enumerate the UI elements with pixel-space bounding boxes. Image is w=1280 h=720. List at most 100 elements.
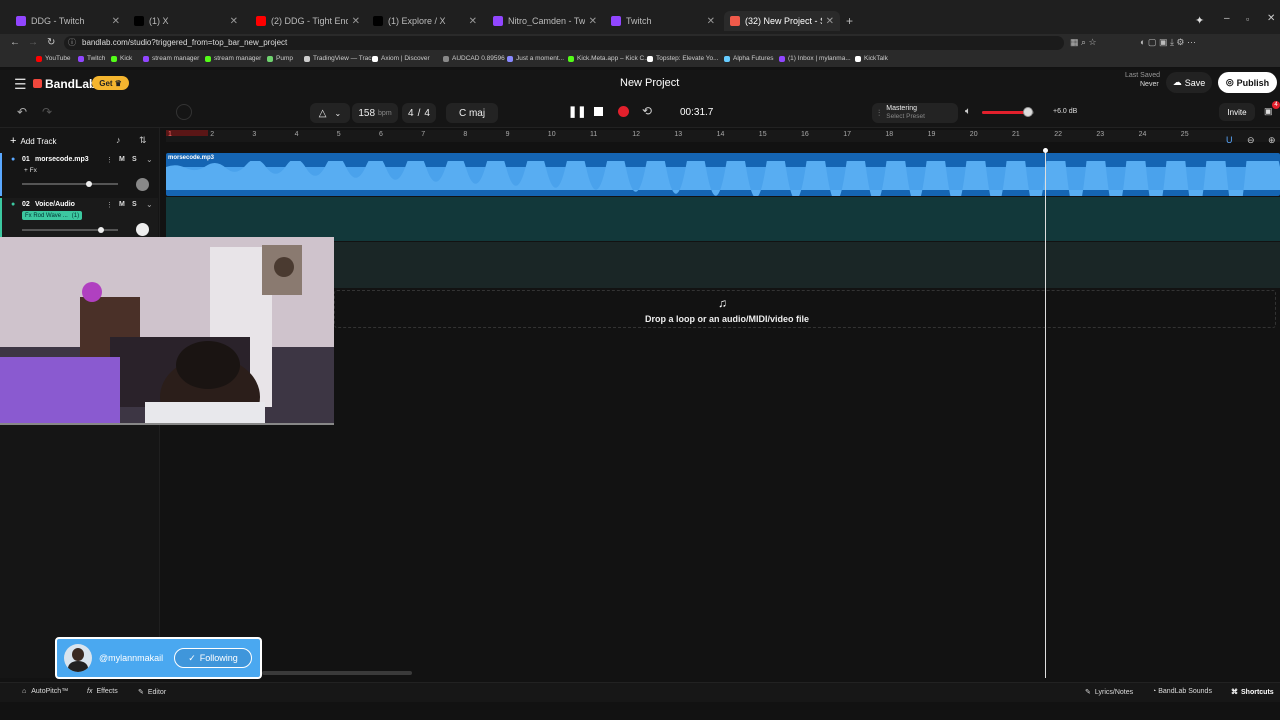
tab-close-icon[interactable]: ✕ <box>826 16 834 27</box>
track-2-collapse-icon[interactable]: ⌄ <box>146 200 153 209</box>
track-header-2[interactable]: ● 02 Voice/Audio Fx Rod Wave ... (1) ⋮ M… <box>0 198 158 242</box>
track-1-volume-knob[interactable] <box>86 181 93 187</box>
zoom-in-icon[interactable]: ⊕ <box>1268 135 1276 146</box>
undo-icon[interactable]: ↶ <box>17 105 27 119</box>
track-2-name[interactable]: Voice/Audio <box>35 201 75 208</box>
master-volume-knob[interactable] <box>1022 107 1033 117</box>
record-icon[interactable] <box>618 106 629 117</box>
track-1-pan-knob[interactable] <box>136 178 149 191</box>
close-window-icon[interactable]: ✕ <box>1267 13 1275 24</box>
track-2-more-icon[interactable]: ⋮ <box>106 201 113 209</box>
metronome-button[interactable]: △ ⌄ <box>310 103 350 123</box>
tuner-icon[interactable]: ♪ <box>116 135 121 145</box>
track-1-more-icon[interactable]: ⋮ <box>106 156 113 164</box>
tab-close-icon[interactable]: ✕ <box>230 16 238 27</box>
bookmark-item[interactable]: Just a moment... <box>507 55 564 62</box>
drop-zone[interactable]: ♫ Drop a loop or an audio/MIDI/video fil… <box>334 290 1276 328</box>
redo-icon[interactable]: ↷ <box>42 105 52 119</box>
browser-tab[interactable]: (2) DDG - Tight End (Officia ✕ <box>250 11 366 31</box>
loop-icon[interactable]: ⟲ <box>642 104 652 118</box>
lyrics-button[interactable]: ✎ Lyrics/Notes <box>1085 688 1133 697</box>
browser-tab[interactable]: Twitch ✕ <box>605 11 721 31</box>
track-1-mute-button[interactable]: M <box>119 156 125 163</box>
bookmark-item[interactable]: Alpha Futures <box>724 55 773 62</box>
editor-button[interactable]: ✎ Editor <box>138 688 166 697</box>
snap-icon[interactable]: U <box>1226 135 1233 145</box>
playhead[interactable] <box>1043 148 1048 678</box>
track-2-volume-slider[interactable] <box>22 227 118 233</box>
track-1-solo-button[interactable]: S <box>132 156 137 163</box>
track-1-collapse-icon[interactable]: ⌄ <box>146 155 153 164</box>
autopitch-button[interactable]: ⌂ AutoPitch™ <box>22 688 68 695</box>
bookmark-item[interactable]: TradingView — Trac... <box>304 55 377 62</box>
track-2-volume-knob[interactable] <box>97 227 104 233</box>
stop-icon[interactable] <box>594 107 603 116</box>
project-title[interactable]: New Project <box>620 77 679 89</box>
track-2-mute-button[interactable]: M <box>119 201 125 208</box>
minimize-icon[interactable]: – <box>1224 13 1230 24</box>
track-2-lane[interactable] <box>166 197 1280 241</box>
bookmark-item[interactable]: Kick <box>111 55 132 62</box>
bookmark-item[interactable]: Twitch <box>78 55 105 62</box>
forward-icon[interactable]: → <box>28 37 38 48</box>
tab-close-icon[interactable]: ✕ <box>112 16 120 27</box>
add-track-button[interactable]: + Add Track <box>10 133 110 149</box>
bookmark-item[interactable]: (1) Inbox | mylanma... <box>779 55 851 62</box>
menu-icon[interactable]: ☰ <box>14 76 27 93</box>
track-settings-icon[interactable]: ⇅ <box>139 135 147 146</box>
back-icon[interactable]: ← <box>10 37 20 48</box>
bookmark-item[interactable]: Topstep: Elevate Yo... <box>647 55 719 62</box>
track-1-region[interactable]: morsecode.mp3 <box>166 153 1280 196</box>
bookmark-item[interactable]: YouTube <box>36 55 71 62</box>
publish-button[interactable]: ◎ Publish <box>1218 72 1277 93</box>
url-input[interactable]: ⓘ bandlab.com/studio?triggered_from=top_… <box>64 36 1064 50</box>
bookmark-item[interactable]: AUDCAD 0.89596 <box>443 55 505 62</box>
bookmark-item[interactable]: Axiom | Discover <box>372 55 430 62</box>
sounds-button[interactable]: ◔ BandLab Sounds <box>1152 688 1212 695</box>
tab-close-icon[interactable]: ✕ <box>707 16 715 27</box>
gift-icon[interactable]: ▣ <box>1264 106 1273 117</box>
track-1-volume-slider[interactable] <box>22 181 118 187</box>
time-signature-field[interactable]: 4 / 4 <box>402 103 436 123</box>
get-button[interactable]: Get ♛ <box>92 76 129 90</box>
reload-icon[interactable]: ↻ <box>47 37 55 48</box>
bookmark-item[interactable]: Kick.Meta.app – Kick C... <box>568 55 650 62</box>
new-tab-icon[interactable]: + <box>846 14 853 28</box>
track-1-name[interactable]: morsecode.mp3 <box>35 156 89 163</box>
mastering-button[interactable]: ⫶ Mastering Select Preset <box>872 103 958 123</box>
maximize-icon[interactable]: ▫ <box>1246 14 1249 24</box>
tab-close-icon[interactable]: ✕ <box>469 16 477 27</box>
track-2-pan-knob[interactable] <box>136 223 149 236</box>
horizontal-scrollbar[interactable] <box>262 671 412 675</box>
site-info-icon[interactable]: ⓘ <box>68 36 76 50</box>
copilot-icon[interactable]: ✦ <box>1195 14 1204 27</box>
zoom-out-icon[interactable]: ⊖ <box>1247 135 1255 146</box>
bookmark-item[interactable]: Pump <box>267 55 293 62</box>
browser-tab[interactable]: (32) New Project - Studio ✕ <box>724 11 840 31</box>
speaker-icon[interactable]: 🔈︎ <box>965 106 971 117</box>
effects-button[interactable]: fx Effects <box>87 688 118 695</box>
browser-tab[interactable]: (1) X ✕ <box>128 11 244 31</box>
track-2-fx-chip[interactable]: Fx Rod Wave ... (1) <box>22 211 83 220</box>
pause-icon[interactable]: ❚❚ <box>568 105 586 118</box>
browser-tab[interactable]: Nitro_Camden - Twitch ✕ <box>487 11 603 31</box>
track-2-solo-button[interactable]: S <box>132 201 137 208</box>
bookmark-item[interactable]: stream manager <box>143 55 199 62</box>
playhead-handle[interactable] <box>1043 148 1048 153</box>
tab-close-icon[interactable]: ✕ <box>589 16 597 27</box>
bookmark-item[interactable]: stream manager <box>205 55 261 62</box>
invite-button[interactable]: Invite <box>1219 103 1255 121</box>
loop-region-marker[interactable] <box>166 130 208 136</box>
tempo-field[interactable]: 158 bpm <box>352 103 398 123</box>
extensions-icon[interactable]: ▦ ⌕ ☆ <box>1070 37 1097 48</box>
key-field[interactable]: C maj <box>446 103 498 123</box>
browser-tab[interactable]: (1) Explore / X ✕ <box>367 11 483 31</box>
record-mode-icon[interactable] <box>176 104 192 120</box>
timeline-ruler[interactable]: 1 2 3 4 5 6 7 8 9 10 11 12 13 14 15 16 17 18 19 20 21 22 23 24 2… <box>166 130 1280 142</box>
track-header-1[interactable]: ● 01 morsecode.mp3 + Fx ⋮ M S ⌄ <box>0 153 158 196</box>
tab-close-icon[interactable]: ✕ <box>352 16 360 27</box>
master-volume-slider[interactable] <box>982 107 1034 117</box>
browser-tab[interactable]: DDG - Twitch ✕ <box>10 11 126 31</box>
shortcuts-button[interactable]: ⌘ Shortcuts <box>1231 688 1274 697</box>
save-button[interactable]: ☁ Save <box>1166 72 1212 93</box>
